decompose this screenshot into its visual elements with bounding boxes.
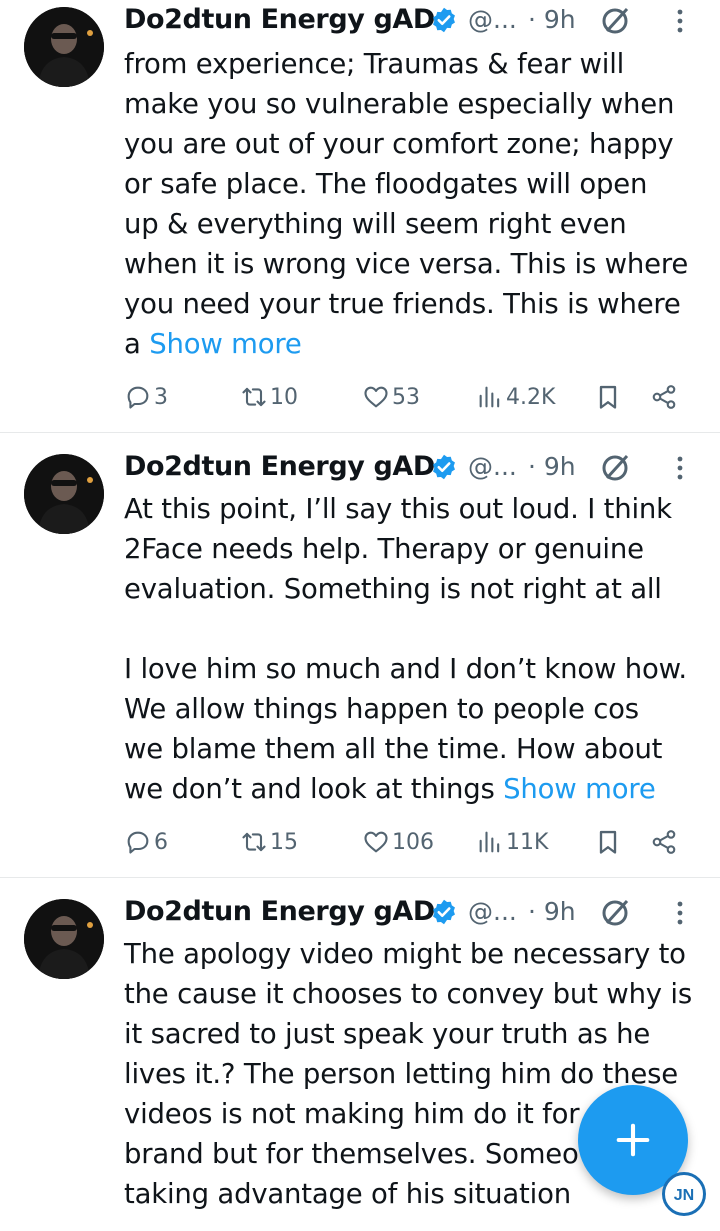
tweet-text-line: The apology video might be necessary to bbox=[124, 938, 686, 970]
share-icon bbox=[652, 830, 676, 854]
repost-icon bbox=[242, 387, 266, 407]
avatar[interactable] bbox=[24, 7, 104, 87]
tweet[interactable]: Do2dtun Energy gAD @... · 9h At this poi… bbox=[0, 447, 720, 877]
tweet-text-line: the cause it chooses to convey but why i… bbox=[124, 978, 692, 1010]
tweet-text-line: we blame them all the time. How about bbox=[124, 733, 663, 765]
reply-button[interactable]: 6 bbox=[124, 822, 168, 862]
tweet-text-line: you are out of your comfort zone; happy bbox=[124, 128, 674, 160]
heart-icon bbox=[364, 386, 388, 408]
bookmark-button[interactable] bbox=[594, 377, 624, 417]
show-more-link[interactable]: Show more bbox=[149, 328, 302, 360]
author-name[interactable]: Do2dtun Energy gAD bbox=[124, 0, 435, 40]
repost-button[interactable]: 10 bbox=[240, 377, 298, 417]
repost-icon bbox=[242, 832, 266, 852]
show-more-link[interactable]: Show more bbox=[503, 773, 656, 805]
share-button[interactable] bbox=[650, 822, 680, 862]
svg-text:JN: JN bbox=[674, 1187, 694, 1204]
author-handle[interactable]: @... bbox=[468, 447, 517, 487]
tweet-text-line: or safe place. The floodgates will open bbox=[124, 168, 648, 200]
reply-button[interactable]: 3 bbox=[124, 377, 168, 417]
verified-badge-icon bbox=[433, 7, 455, 33]
timestamp[interactable]: · 9h bbox=[528, 447, 576, 487]
avatar[interactable] bbox=[24, 454, 104, 534]
bookmark-button[interactable] bbox=[594, 822, 624, 862]
like-count: 106 bbox=[392, 829, 434, 855]
more-options-icon[interactable] bbox=[668, 900, 692, 926]
tweet-text-line: you need your true friends. This is wher… bbox=[124, 288, 681, 320]
views-count: 11K bbox=[506, 829, 549, 855]
share-icon bbox=[652, 385, 676, 409]
bookmark-icon bbox=[599, 385, 617, 409]
like-count: 53 bbox=[392, 384, 420, 410]
grok-icon[interactable] bbox=[600, 451, 632, 483]
author-handle[interactable]: @... bbox=[468, 0, 517, 40]
tweet-text-line: when it is wrong vice versa. This is whe… bbox=[124, 248, 689, 280]
grok-icon[interactable] bbox=[600, 896, 632, 928]
timestamp[interactable]: · 9h bbox=[528, 892, 576, 932]
reply-count: 6 bbox=[154, 829, 168, 855]
author-name[interactable]: Do2dtun Energy gAD bbox=[124, 892, 435, 932]
divider bbox=[0, 432, 720, 433]
repost-count: 15 bbox=[270, 829, 298, 855]
reply-count: 3 bbox=[154, 384, 168, 410]
tweet-text: At this point, I’ll say this out loud. I… bbox=[124, 489, 704, 809]
bookmark-icon bbox=[599, 830, 617, 854]
repost-button[interactable]: 15 bbox=[240, 822, 298, 862]
verified-badge-icon bbox=[433, 454, 455, 480]
tweet-text-line: a bbox=[124, 328, 150, 360]
tweet-text-line: it sacred to just speak your truth as he bbox=[124, 1018, 651, 1050]
share-button[interactable] bbox=[650, 377, 680, 417]
tweet-text-line: At this point, I’ll say this out loud. I… bbox=[124, 493, 672, 525]
author-name[interactable]: Do2dtun Energy gAD bbox=[124, 447, 435, 487]
tweet-text: from experience; Traumas & fear will mak… bbox=[124, 44, 704, 364]
tweet-text-line: make you so vulnerable especially when bbox=[124, 88, 675, 120]
timestamp[interactable]: · 9h bbox=[528, 0, 576, 40]
tweet-text-line: We allow things happen to people cos bbox=[124, 693, 639, 725]
plus-icon bbox=[616, 1123, 650, 1157]
more-options-icon[interactable] bbox=[668, 455, 692, 481]
repost-count: 10 bbox=[270, 384, 298, 410]
avatar[interactable] bbox=[24, 899, 104, 979]
jn-logo-icon: JN bbox=[667, 1177, 701, 1211]
tweet-text-line: evaluation. Something is not right at al… bbox=[124, 573, 662, 605]
views-count: 4.2K bbox=[506, 384, 556, 410]
tweet-text-line: 2Face needs help. Therapy or genuine bbox=[124, 533, 644, 565]
author-handle[interactable]: @... bbox=[468, 892, 517, 932]
tweet-text-line: up & everything will seem right even bbox=[124, 208, 627, 240]
like-button[interactable]: 106 bbox=[362, 822, 434, 862]
more-options-icon[interactable] bbox=[668, 8, 692, 34]
views-button[interactable]: 4.2K bbox=[476, 377, 555, 417]
views-chart-icon bbox=[479, 386, 500, 408]
like-button[interactable]: 53 bbox=[362, 377, 420, 417]
tweet-text-line: from experience; Traumas & fear will bbox=[124, 48, 625, 80]
verified-badge-icon bbox=[433, 899, 455, 925]
watermark-logo: JN bbox=[662, 1172, 706, 1216]
tweet[interactable]: Do2dtun Energy gAD @... · 9h from experi… bbox=[0, 0, 720, 432]
divider bbox=[0, 877, 720, 878]
tweet-text-line: I love him so much and I don’t know how. bbox=[124, 653, 687, 685]
reply-icon bbox=[127, 831, 149, 854]
heart-icon bbox=[364, 831, 388, 853]
views-chart-icon bbox=[479, 831, 500, 853]
tweet-text-line: we don’t and look at things bbox=[124, 773, 504, 805]
reply-icon bbox=[127, 386, 149, 409]
views-button[interactable]: 11K bbox=[476, 822, 548, 862]
grok-icon[interactable] bbox=[600, 4, 632, 36]
